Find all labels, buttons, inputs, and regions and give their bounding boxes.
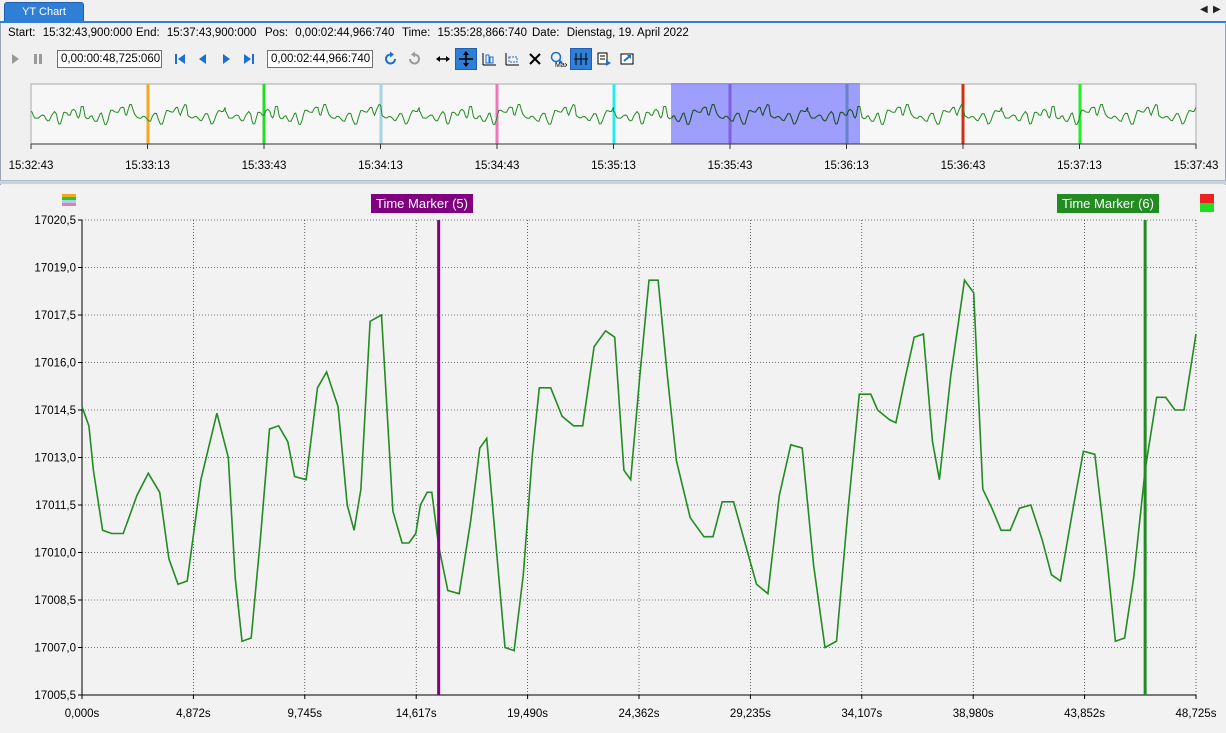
- overview-tick-label: 15:36:43: [941, 160, 986, 172]
- pan-x-icon[interactable]: [432, 48, 454, 70]
- y-tick-label: 17020,5: [34, 215, 76, 227]
- tab-yt-chart[interactable]: YT Chart: [4, 2, 84, 22]
- y-tick-label: 17019,0: [34, 263, 76, 275]
- overview-tick-label: 15:33:13: [125, 160, 170, 172]
- overview-tick-label: 15:35:43: [708, 160, 753, 172]
- y-tick-label: 17016,0: [34, 358, 76, 370]
- date-value: Dienstag, 19. April 2022: [566, 27, 689, 39]
- x-tick-label: 14,617s: [396, 708, 437, 720]
- overview-tick-label: 15:33:43: [242, 160, 287, 172]
- end-value: 15:37:43,900:000: [166, 27, 257, 39]
- pos-value: 0,00:02:44,966:740: [295, 27, 395, 39]
- y-tick-label: 17013,0: [34, 453, 76, 465]
- x-tick-label: 43,852s: [1064, 708, 1105, 720]
- zoom-max-icon[interactable]: Max: [547, 48, 569, 70]
- scroll-right-icon[interactable]: ▶: [1213, 4, 1221, 15]
- end-label: End:: [136, 27, 160, 39]
- play-icon[interactable]: [4, 48, 26, 70]
- start-label: Start:: [8, 27, 36, 39]
- overview-tick-label: 15:36:13: [824, 160, 869, 172]
- redo-icon[interactable]: [403, 48, 425, 70]
- overview-tick-label: 15:35:13: [591, 160, 636, 172]
- scroll-left-icon[interactable]: ◀: [1200, 4, 1208, 15]
- x-tick-label: 34,107s: [841, 708, 882, 720]
- zoom-x-icon[interactable]: [478, 48, 500, 70]
- overview-tick-label: 15:37:43: [1174, 160, 1219, 172]
- pos-label: Pos:: [265, 27, 289, 39]
- time-marker-5-label[interactable]: Time Marker (5): [371, 194, 473, 213]
- last-icon[interactable]: [238, 48, 260, 70]
- y-tick-label: 17008,5: [34, 595, 76, 607]
- first-icon[interactable]: [169, 48, 191, 70]
- scale-icon[interactable]: [570, 48, 592, 70]
- x-tick-label: 29,235s: [730, 708, 771, 720]
- overview-tick-label: 15:34:43: [475, 160, 520, 172]
- tab-strip: YT Chart ◀ ▶: [0, 0, 1226, 22]
- marker-colors-icon[interactable]: [1200, 194, 1216, 214]
- overview-selection[interactable]: [671, 83, 860, 144]
- export-icon[interactable]: [616, 48, 638, 70]
- position-input[interactable]: 0,00:02:44,966:740: [267, 50, 373, 68]
- date-info: Date: Dienstag, 19. April 2022: [532, 27, 689, 43]
- x-tick-label: 4,872s: [176, 708, 211, 720]
- previous-icon[interactable]: [192, 48, 214, 70]
- y-tick-label: 17014,5: [34, 405, 76, 417]
- legend-channels-icon[interactable]: [62, 194, 78, 208]
- time-info: Time: 15:35:28,866:740: [402, 27, 527, 43]
- pos-info: Pos: 0,00:02:44,966:740: [265, 27, 394, 43]
- overview-tick-label: 15:37:13: [1057, 160, 1102, 172]
- next-icon[interactable]: [215, 48, 237, 70]
- start-value: 15:32:43,900:000: [42, 27, 133, 39]
- time-value: 15:35:28,866:740: [437, 27, 528, 39]
- pause-icon[interactable]: [27, 48, 49, 70]
- x-tick-label: 0,000s: [65, 708, 100, 720]
- x-tick-label: 9,745s: [288, 708, 323, 720]
- overview-chart[interactable]: 15:32:43 15:33:13 15:33:43 15:34:13 15:34:43…: [0, 78, 1226, 180]
- y-tick-label: 17010,0: [34, 548, 76, 560]
- date-label: Date:: [532, 27, 560, 39]
- delete-marker-icon[interactable]: [524, 48, 546, 70]
- copy-icon[interactable]: [593, 48, 615, 70]
- splitter[interactable]: [0, 180, 1226, 184]
- end-info: End: 15:37:43,900:000: [136, 27, 256, 43]
- svg-text:Max: Max: [555, 62, 567, 68]
- y-tick-label: 17011,5: [35, 500, 76, 512]
- overview-tick-label: 15:32:43: [9, 160, 54, 172]
- span-input[interactable]: 0,00:00:48,725:060: [57, 50, 162, 68]
- time-marker-6-label[interactable]: Time Marker (6): [1057, 194, 1159, 213]
- time-label: Time:: [402, 27, 431, 39]
- pan-xy-icon[interactable]: [455, 48, 477, 70]
- x-tick-label: 19,490s: [507, 708, 548, 720]
- y-tick-label: 17005,5: [34, 690, 76, 702]
- toolbar: 0,00:00:48,725:060 0,00:02:44,966:740 Ma…: [0, 48, 1226, 72]
- start-info: Start: 15:32:43,900:000: [8, 27, 132, 43]
- undo-icon[interactable]: [380, 48, 402, 70]
- y-tick-label: 17017,5: [34, 310, 76, 322]
- y-tick-label: 17007,0: [34, 643, 76, 655]
- x-tick-label: 38,980s: [953, 708, 994, 720]
- main-chart[interactable]: 17020,5 17019,0 17017,5 17016,0 17014,5 17013…: [0, 185, 1226, 733]
- overview-tick-label: 15:34:13: [358, 160, 403, 172]
- x-tick-label: 48,725s: [1176, 708, 1217, 720]
- x-tick-label: 24,362s: [619, 708, 660, 720]
- zoom-xy-icon[interactable]: [501, 48, 523, 70]
